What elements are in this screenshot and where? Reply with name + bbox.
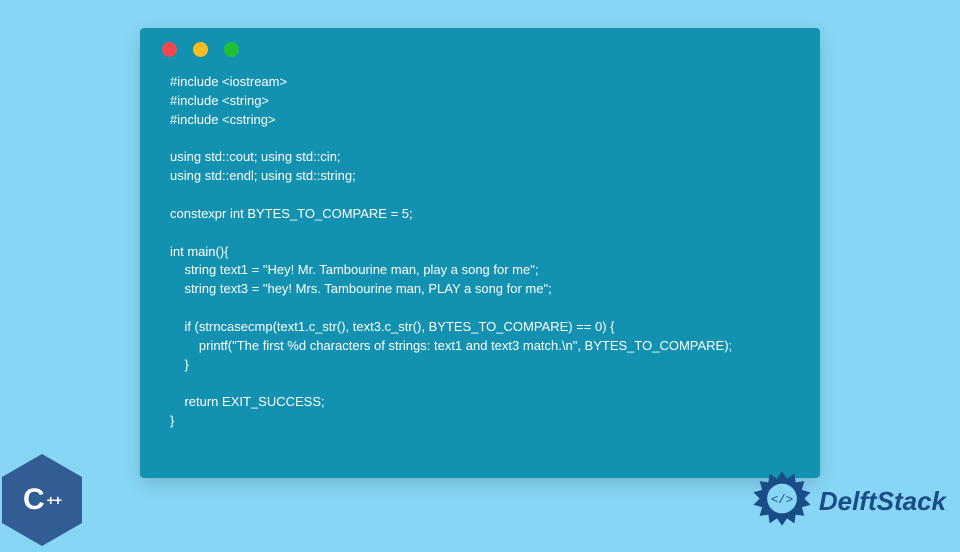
code-line: printf("The first %d characters of strin…: [170, 338, 732, 353]
code-line: string text3 = "hey! Mrs. Tambourine man…: [170, 281, 552, 296]
code-line: using std::endl; using std::string;: [170, 168, 356, 183]
minimize-icon: [193, 42, 208, 57]
code-line: if (strncasecmp(text1.c_str(), text3.c_s…: [170, 319, 615, 334]
code-line: #include <cstring>: [170, 112, 276, 127]
gear-icon: </>: [751, 470, 813, 532]
code-line: constexpr int BYTES_TO_COMPARE = 5;: [170, 206, 413, 221]
close-icon: [162, 42, 177, 57]
code-line: string text1 = "Hey! Mr. Tambourine man,…: [170, 262, 538, 277]
code-line: #include <string>: [170, 93, 269, 108]
code-line: }: [170, 413, 174, 428]
code-line: int main(){: [170, 244, 229, 259]
cpp-plus: ++: [47, 496, 61, 505]
delftstack-logo: </> DelftStack: [751, 470, 946, 532]
code-window: #include <iostream> #include <string> #i…: [140, 28, 820, 478]
cpp-logo-icon: C ++: [2, 454, 90, 552]
window-traffic-lights: [140, 28, 820, 67]
maximize-icon: [224, 42, 239, 57]
delftstack-text: DelftStack: [819, 486, 946, 517]
code-line: return EXIT_SUCCESS;: [170, 394, 325, 409]
cpp-letter: C: [23, 483, 45, 517]
code-block: #include <iostream> #include <string> #i…: [140, 67, 820, 451]
code-line: #include <iostream>: [170, 74, 287, 89]
svg-text:</>: </>: [771, 493, 793, 507]
code-line: using std::cout; using std::cin;: [170, 149, 341, 164]
code-line: }: [170, 357, 189, 372]
